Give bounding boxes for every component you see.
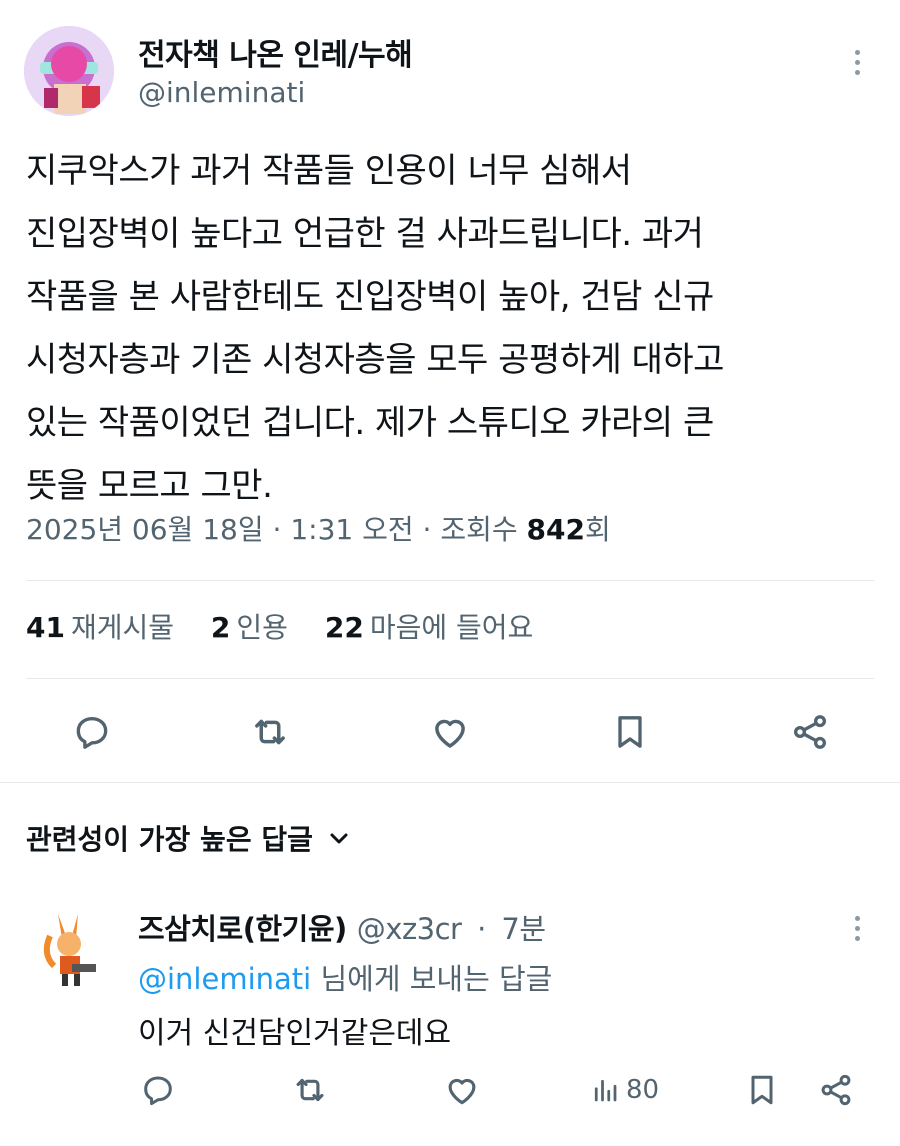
reply-author-avatar[interactable] — [28, 906, 114, 992]
more-dot-icon — [854, 49, 860, 55]
reply-repost-button[interactable] — [288, 1068, 332, 1112]
quotes-count: 2 — [210, 611, 231, 644]
reply-to-suffix: 님에게 보내는 답글 — [320, 962, 553, 996]
reply-author-handle[interactable]: @xz3cr — [357, 912, 462, 946]
section-divider — [0, 782, 900, 783]
likes-count: 22 — [324, 611, 364, 644]
reply-header: 즈삼치로(한기윤) @xz3cr · 7분 — [138, 906, 546, 948]
author-name[interactable]: 전자책 나온 인레/누해 — [138, 30, 413, 74]
tweet-date[interactable]: 2025년 06월 18일 — [26, 513, 264, 546]
share-button[interactable] — [786, 708, 834, 756]
meta-separator: · — [272, 513, 282, 546]
tweet-text: 지쿠악스가 과거 작품들 인용이 너무 심해서 진입장벽이 높다고 언급한 걸 … — [26, 151, 724, 506]
reply-views-count: 80 — [626, 1075, 660, 1105]
views-count: 842 — [526, 513, 585, 546]
repost-icon — [255, 719, 285, 745]
like-icon — [435, 719, 465, 748]
quotes-label: 인용 — [236, 611, 288, 644]
more-options-button[interactable] — [842, 42, 872, 82]
reposts-count: 41 — [26, 611, 65, 644]
reply-views-button[interactable]: 80 — [590, 1068, 680, 1112]
replies-sort-label: 관련성이 가장 높은 답글 — [26, 823, 313, 856]
quotes-stat[interactable]: 2 인용 — [211, 606, 288, 646]
more-dot-icon — [854, 935, 860, 941]
like-icon — [448, 1078, 476, 1105]
reply-share-button[interactable] — [814, 1068, 858, 1112]
likes-label: 마음에 들어요 — [369, 611, 534, 644]
tweet-meta: 2025년 06월 18일 · 1:31 오전 · 조회수 842회 — [26, 508, 611, 548]
more-dot-icon — [854, 69, 860, 75]
reply-actions: 80 — [0, 1064, 900, 1120]
share-icon — [821, 1074, 851, 1106]
more-dot-icon — [854, 925, 860, 931]
meta-separator: · — [422, 513, 432, 546]
more-dot-icon — [854, 59, 860, 65]
analytics-icon — [594, 1079, 617, 1102]
reply-button[interactable] — [68, 708, 116, 756]
reply-more-options-button[interactable] — [842, 908, 872, 948]
divider — [26, 580, 874, 581]
replies-sort-dropdown[interactable]: 관련성이 가장 높은 답글 — [26, 818, 351, 858]
reply-separator: · — [477, 912, 486, 946]
reply-time[interactable]: 7분 — [501, 912, 546, 946]
reposts-label: 재게시물 — [70, 611, 175, 644]
tweet-time[interactable]: 1:31 오전 — [290, 513, 413, 546]
reply-icon — [144, 1076, 172, 1106]
reply-reply-button[interactable] — [136, 1068, 180, 1112]
reply-to-handle-link[interactable]: @inleminati — [138, 962, 311, 996]
like-button[interactable] — [426, 708, 474, 756]
repost-button[interactable] — [246, 708, 294, 756]
reply-author-name[interactable]: 즈삼치로(한기윤) — [138, 912, 347, 946]
reply-bookmark-button[interactable] — [740, 1068, 784, 1112]
more-dot-icon — [854, 915, 860, 921]
likes-stat[interactable]: 22 마음에 들어요 — [325, 606, 533, 646]
reply-icon — [76, 717, 108, 749]
reply-like-button[interactable] — [440, 1068, 484, 1112]
reply-text: 이거 신건담인거같은데요 — [138, 1016, 452, 1051]
reply-to-line: @inleminati 님에게 보내는 답글 — [138, 956, 552, 998]
share-icon — [794, 715, 826, 749]
tweet-actions — [0, 704, 900, 760]
bookmark-button[interactable] — [606, 708, 654, 756]
reposts-stat[interactable]: 41 재게시물 — [26, 606, 174, 646]
tweet-stats: 41 재게시물 2 인용 22 마음에 들어요 — [26, 606, 561, 646]
repost-icon — [296, 1078, 324, 1102]
author-handle[interactable]: @inleminati — [138, 76, 305, 109]
chevron-down-icon — [330, 833, 348, 844]
views-label: 조회수 — [440, 513, 518, 546]
views-suffix: 회 — [585, 513, 611, 546]
divider — [26, 678, 874, 679]
author-avatar[interactable] — [24, 26, 114, 116]
bookmark-icon — [751, 1075, 773, 1105]
bookmark-icon — [618, 716, 642, 748]
